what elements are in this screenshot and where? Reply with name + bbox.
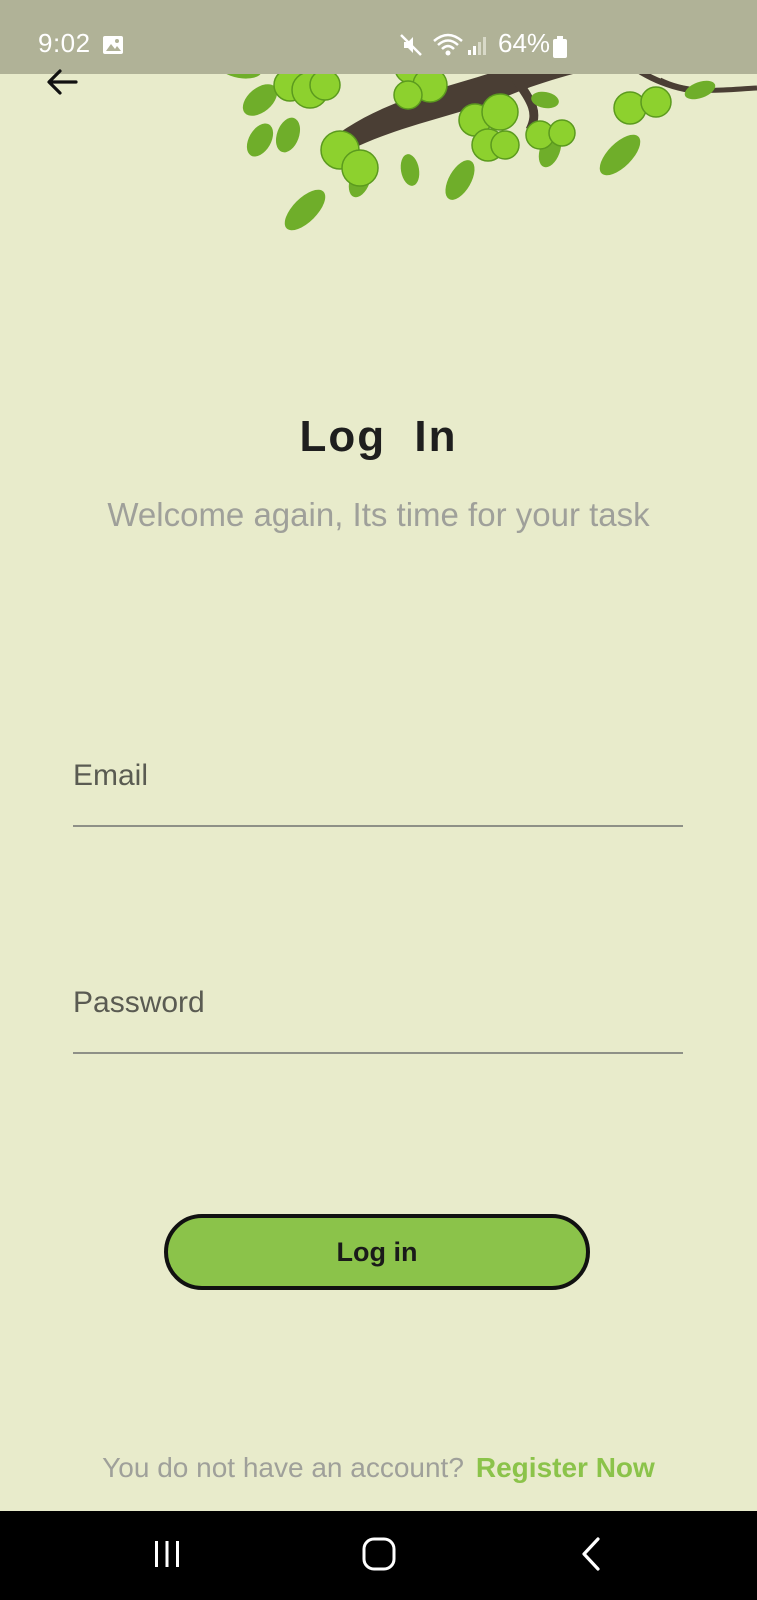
register-prompt: You do not have an account? — [102, 1452, 464, 1483]
login-screen: 9:02 64% Log In Welcome again, Its time … — [0, 0, 757, 1600]
recents-icon[interactable] — [150, 1537, 184, 1571]
home-icon[interactable] — [360, 1535, 398, 1573]
battery-icon — [553, 36, 567, 58]
register-row: You do not have an account? Register Now — [0, 1452, 757, 1484]
wifi-icon — [433, 33, 463, 56]
email-field[interactable]: Email — [73, 745, 683, 827]
system-nav-bar — [0, 1511, 757, 1600]
battery-percentage: 64% — [498, 28, 551, 58]
login-button-label: Log in — [336, 1236, 418, 1267]
page-title: Log In — [299, 412, 458, 461]
password-field[interactable]: Password — [73, 972, 683, 1054]
status-bar: 9:02 64% — [0, 0, 757, 74]
image-icon — [103, 36, 123, 54]
back-arrow-icon[interactable] — [42, 62, 82, 102]
back-icon[interactable] — [578, 1535, 604, 1573]
password-field-label: Password — [73, 986, 205, 1019]
mute-icon — [400, 34, 422, 56]
page-subtitle: Welcome again, Its time for your task — [107, 496, 650, 533]
register-now-link[interactable]: Register Now — [476, 1452, 655, 1483]
signal-icon — [468, 37, 486, 55]
login-button[interactable]: Log in — [164, 1214, 590, 1290]
status-time: 9:02 — [38, 28, 91, 58]
email-field-label: Email — [73, 759, 149, 792]
